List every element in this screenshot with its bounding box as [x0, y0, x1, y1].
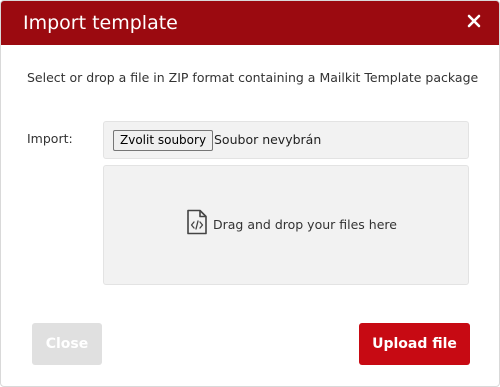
- dialog-description: Select or drop a file in ZIP format cont…: [27, 70, 479, 85]
- dialog-title: Import template: [23, 12, 178, 34]
- upload-file-button[interactable]: Upload file: [359, 323, 470, 365]
- close-icon[interactable]: [467, 9, 485, 33]
- dropzone-content: Drag and drop your files here: [186, 209, 397, 239]
- code-file-icon: [186, 209, 208, 239]
- file-status: Soubor nevybrán: [214, 132, 322, 147]
- choose-files-button[interactable]: Zvolit soubory: [113, 130, 214, 151]
- dropzone-text: Drag and drop your files here: [213, 216, 397, 232]
- dialog-header: Import template: [1, 1, 499, 45]
- file-dropzone[interactable]: Drag and drop your files here: [103, 165, 469, 285]
- import-label: Import:: [27, 131, 73, 146]
- file-input-row: Zvolit soubory Soubor nevybrán: [103, 121, 469, 159]
- import-template-dialog: Import template Select or drop a file in…: [0, 0, 500, 387]
- close-button[interactable]: Close: [32, 323, 102, 365]
